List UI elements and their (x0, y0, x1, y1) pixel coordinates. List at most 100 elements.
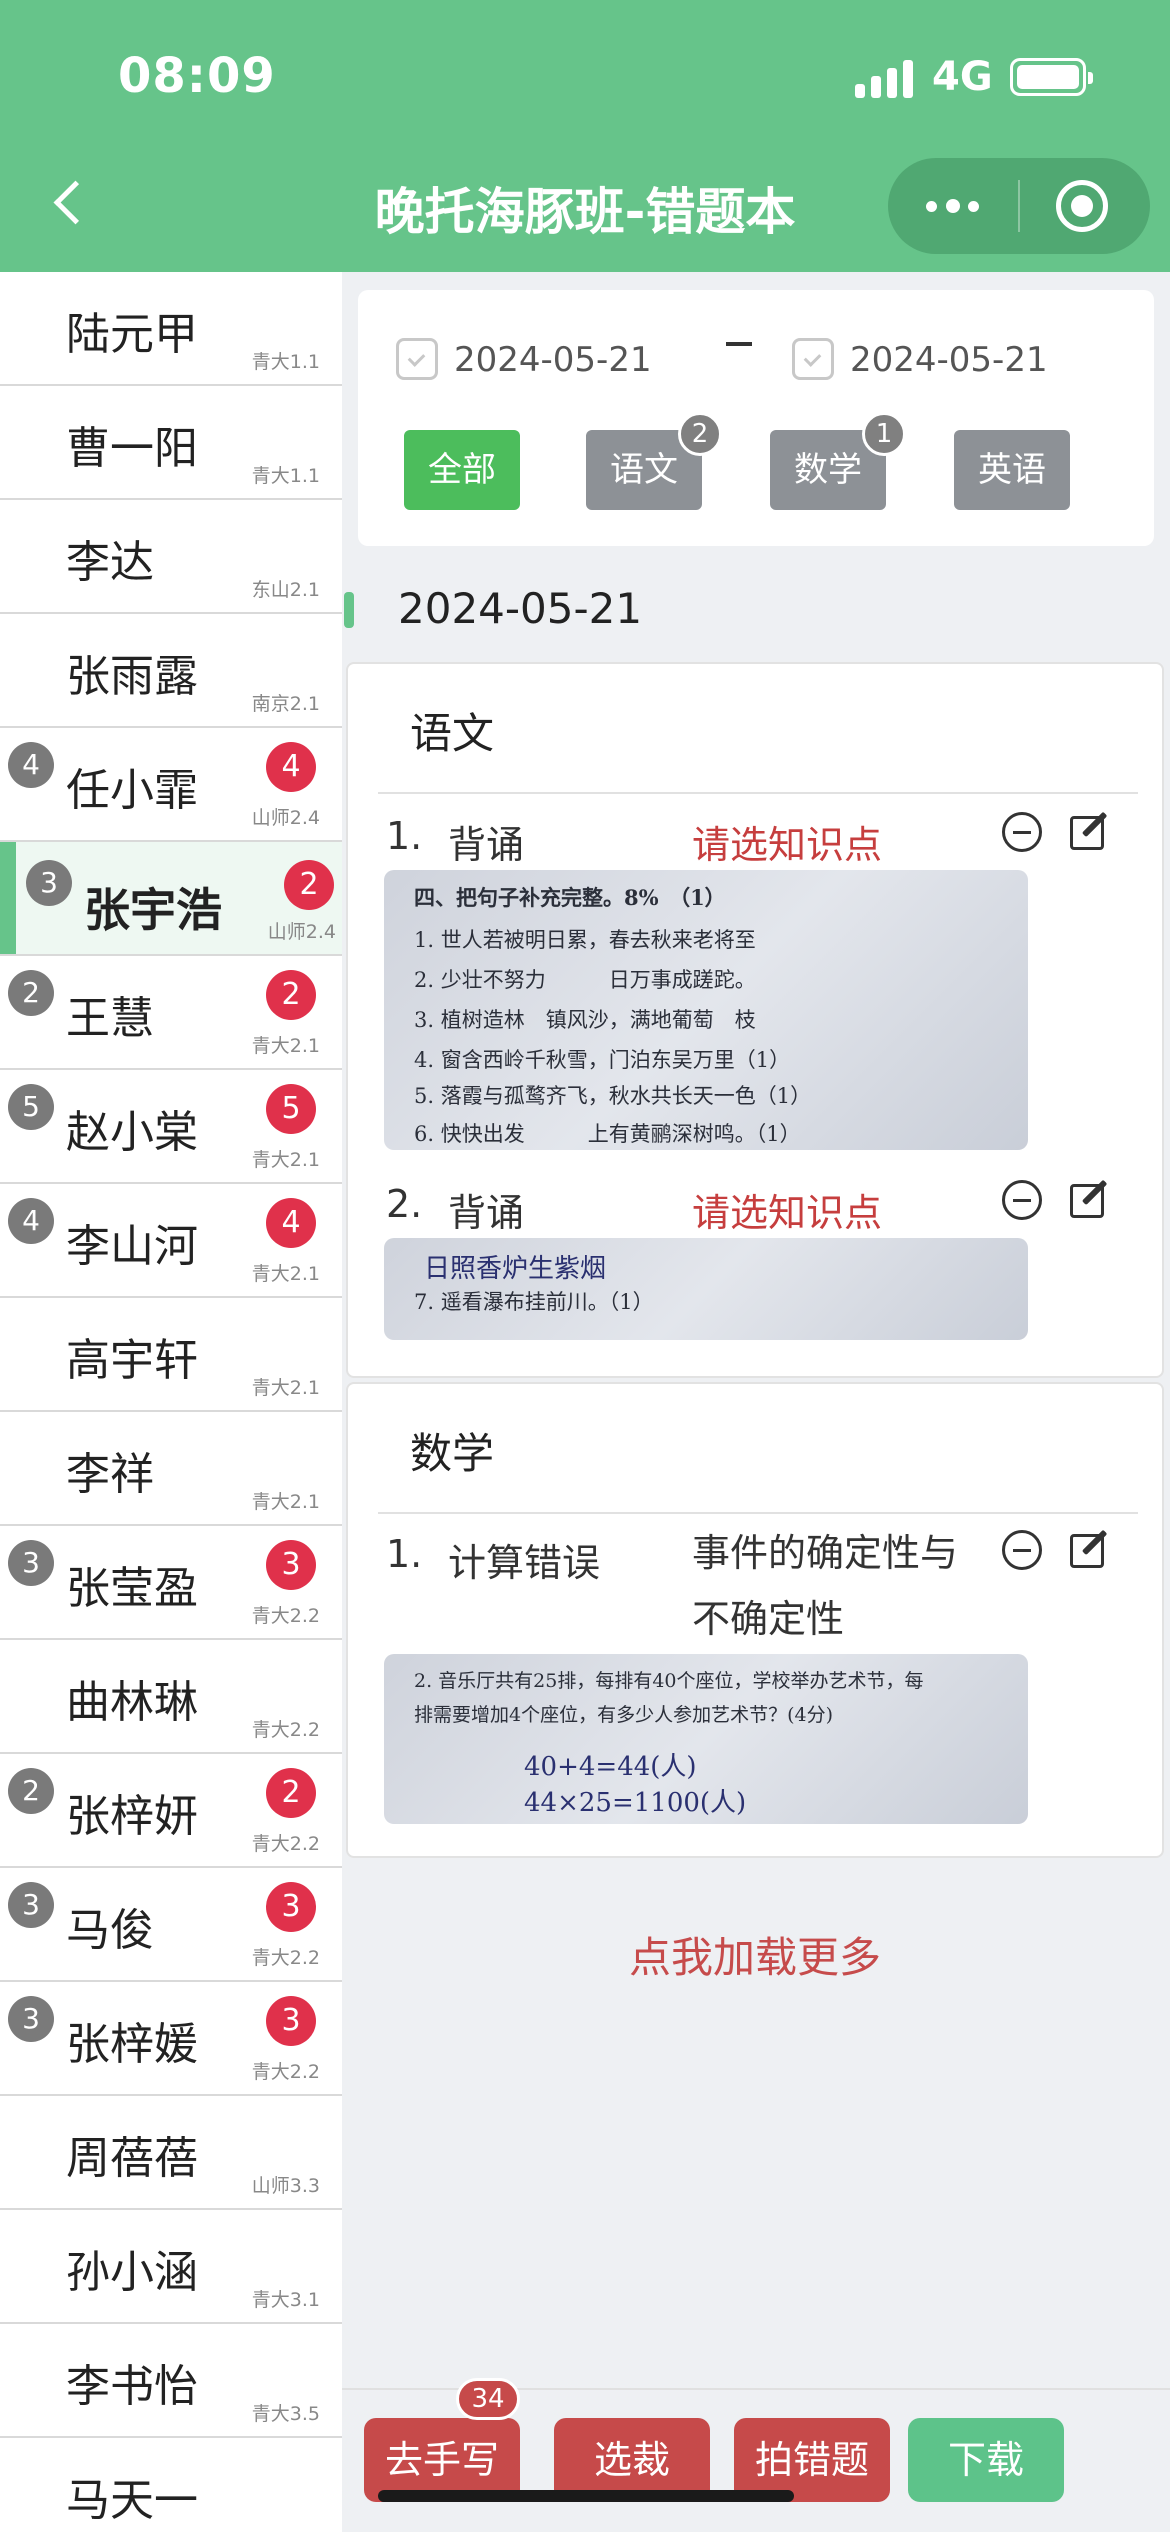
student-class: 青大2.1 (251, 1377, 320, 1399)
close-miniprogram-icon[interactable] (1056, 180, 1108, 232)
date-range-separator (726, 342, 752, 346)
question-photo[interactable]: 日照香炉生紫烟 7. 遥看瀑布挂前川。（1） (384, 1238, 1028, 1340)
total-count-badge: 3 (26, 860, 72, 906)
student-item[interactable]: 张雨露 南京2.1 (0, 614, 342, 728)
subject-count-badge: 1 (862, 412, 906, 456)
subject-tab-label: 数学 (794, 450, 862, 490)
load-more-link[interactable]: 点我加载更多 (346, 1924, 1164, 1985)
student-item[interactable]: 3 马俊 3 青大2.2 (0, 1868, 342, 1982)
total-count-badge: 3 (8, 1996, 54, 2042)
total-count-badge: 5 (8, 1084, 54, 1130)
more-icon[interactable] (924, 180, 984, 232)
select-crop-label: 选裁 (593, 2438, 670, 2482)
student-item[interactable]: 曲林琳青大2.2 (0, 1640, 342, 1754)
student-item[interactable]: 周蓓蓓山师3.3 (0, 2096, 342, 2210)
student-name: 李达 (66, 537, 154, 588)
photo-text-line: 1. 世人若被明日累，春去秋来老将至 (414, 928, 756, 952)
subject-tab-all[interactable]: 全部 (404, 430, 520, 510)
subject-tab-english[interactable]: 英语 (954, 430, 1070, 510)
photo-text-line: 3. 植树造林 镇风沙，满地葡萄 枝 (414, 1008, 756, 1032)
battery-icon (1010, 58, 1093, 96)
edit-icon[interactable] (1070, 1178, 1112, 1220)
student-name: 陆元甲 (66, 309, 198, 360)
total-count-badge: 3 (8, 1882, 54, 1928)
student-class: 青大2.1 (251, 1491, 320, 1513)
start-date-value: 2024-05-21 (454, 340, 652, 380)
new-count-badge: 2 (266, 970, 316, 1020)
date-group-label: 2024-05-21 (398, 584, 643, 633)
handwrite-label: 去手写 (384, 2438, 499, 2482)
total-count-badge: 3 (8, 1540, 54, 1586)
knowledge-point[interactable]: 事件的确定性与不确定性 (692, 1520, 992, 1652)
divider (378, 1512, 1138, 1514)
select-knowledge-point[interactable]: 请选知识点 (692, 814, 882, 869)
photo-text-line: 2. 音乐厅共有25排，每排有40个座位，学校举办艺术节，每 (414, 1670, 924, 1692)
total-count-badge: 4 (8, 1198, 54, 1244)
student-name: 马天一 (66, 2475, 198, 2526)
photo-mistake-label: 拍错题 (754, 2438, 869, 2482)
edit-icon[interactable] (1070, 810, 1112, 852)
student-item[interactable]: 李祥青大2.1 (0, 1412, 342, 1526)
student-name: 赵小棠 (66, 1107, 198, 1158)
subject-tab-math[interactable]: 数学 1 (770, 412, 906, 510)
student-item[interactable]: 5 赵小棠 5 青大2.1 (0, 1070, 342, 1184)
question-type: 背诵 (448, 1191, 525, 1235)
photo-text-line: 6. 快快出发 上有黄鹂深树鸣。（1） (414, 1122, 801, 1146)
student-class: 青大1.1 (251, 465, 320, 487)
edit-icon[interactable] (1070, 1528, 1112, 1570)
handwrite-count-badge: 34 (456, 2378, 520, 2420)
student-item[interactable]: 4 任小霏 4 山师2.4 (0, 728, 342, 842)
photo-text-line: 四、把句子补充完整。8% （1） (414, 885, 726, 910)
student-class: 山师3.3 (251, 2175, 320, 2197)
signal-icon (855, 60, 915, 98)
question-type: 计算错误 (448, 1541, 601, 1585)
nav-header: 08:09 4G 晚托海豚班-错题本 (0, 0, 1170, 272)
student-item[interactable]: 陆元甲 青大1.1 (0, 272, 342, 386)
student-class: 南京2.1 (251, 693, 320, 715)
subject-tab-chinese[interactable]: 语文 2 (586, 412, 722, 510)
question-number: 1. (386, 1532, 423, 1576)
student-item[interactable]: 3 张莹盈 3 青大2.2 (0, 1526, 342, 1640)
student-item[interactable]: 2 王慧 2 青大2.1 (0, 956, 342, 1070)
student-class: 青大2.2 (251, 2061, 320, 2083)
student-name: 王慧 (66, 993, 154, 1044)
remove-icon[interactable] (1002, 1530, 1042, 1570)
student-item-selected[interactable]: 3 张宇浩 2 山师2.4 (0, 842, 342, 956)
student-name: 曹一阳 (66, 423, 198, 474)
download-label: 下载 (947, 2438, 1024, 2482)
remove-icon[interactable] (1002, 812, 1042, 852)
student-name: 张梓媛 (66, 2019, 198, 2070)
divider (378, 792, 1138, 794)
select-knowledge-point[interactable]: 请选知识点 (692, 1182, 882, 1237)
photo-text-line: 4. 窗含西岭千秋雪，门泊东吴万里（1） (414, 1048, 791, 1072)
question-photo[interactable]: 2. 音乐厅共有25排，每排有40个座位，学校举办艺术节，每 排需要增加4个座位… (384, 1654, 1028, 1824)
total-count-badge: 2 (8, 970, 54, 1016)
date-group-heading: 2024-05-21 (343, 584, 643, 633)
student-name: 张莹盈 (66, 1563, 198, 1614)
remove-icon[interactable] (1002, 1180, 1042, 1220)
student-name: 周蓓蓓 (66, 2133, 198, 2184)
student-name: 曲林琳 (66, 1677, 198, 1728)
student-item[interactable]: 曹一阳青大1.1 (0, 386, 342, 500)
new-count-badge: 3 (266, 1540, 316, 1590)
student-item[interactable]: 4 李山河 4 青大2.1 (0, 1184, 342, 1298)
question-photo[interactable]: 四、把句子补充完整。8% （1） 1. 世人若被明日累，春去秋来老将至 2. 少… (384, 870, 1028, 1150)
student-class: 青大2.1 (251, 1263, 320, 1285)
student-item[interactable]: 高宇轩 青大2.1 (0, 1298, 342, 1412)
student-name: 李祥 (66, 1449, 154, 1500)
subject-title: 数学 (410, 1429, 495, 1478)
student-item[interactable]: 马天一 (0, 2438, 342, 2532)
subject-count-badge: 2 (678, 412, 722, 456)
photo-text-line: 40+4=44(人) (524, 1752, 697, 1782)
student-item[interactable]: 孙小涵 青大3.1 (0, 2210, 342, 2324)
student-class: 青大2.2 (251, 1719, 320, 1741)
student-item[interactable]: 李书怡 青大3.5 (0, 2324, 342, 2438)
student-item[interactable]: 李达 东山2.1 (0, 500, 342, 614)
student-item[interactable]: 3 张梓媛 3 青大2.2 (0, 1982, 342, 2096)
student-name: 张梓妍 (66, 1791, 198, 1842)
student-name: 任小霏 (66, 765, 198, 816)
photo-text-line: 44×25=1100(人) (524, 1788, 747, 1818)
mini-program-capsule (888, 158, 1150, 254)
student-item[interactable]: 2 张梓妍 2 青大2.2 (0, 1754, 342, 1868)
download-button[interactable]: 下载 (908, 2418, 1064, 2502)
